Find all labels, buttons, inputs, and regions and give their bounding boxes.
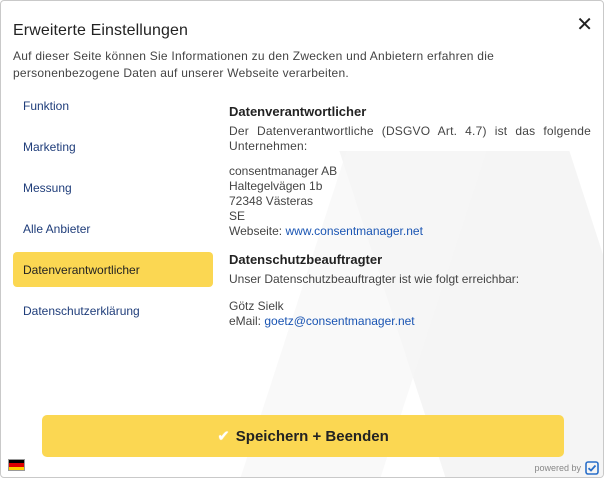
website-label: Webseite: xyxy=(229,224,286,238)
sidebar-nav: Funktion Marketing Messung Alle Anbieter… xyxy=(13,88,213,334)
powered-by-label: powered by xyxy=(534,463,581,473)
address-line: SE xyxy=(229,209,246,223)
sidebar-item-datenverantwortlicher[interactable]: Datenverantwortlicher xyxy=(13,252,213,287)
content-panel: Datenverantwortlicher Der Datenverantwor… xyxy=(229,104,591,329)
dialog-title: Erweiterte Einstellungen xyxy=(13,22,188,39)
email-link[interactable]: goetz@consentmanager.net xyxy=(264,314,414,328)
website-link[interactable]: www.consentmanager.net xyxy=(285,224,422,238)
de-flag-icon[interactable] xyxy=(8,459,25,471)
address-line: Haltegelvägen 1b xyxy=(229,179,323,193)
address-line: 72348 Västeras xyxy=(229,194,314,208)
section-heading-controller: Datenverantwortlicher xyxy=(229,104,367,119)
advanced-settings-dialog: Erweiterte Einstellungen ✕ Auf dieser Se… xyxy=(0,0,604,478)
sidebar-item-messung[interactable]: Messung xyxy=(13,170,213,205)
dpo-name: Götz Sielk xyxy=(229,299,284,313)
check-icon: ✔ xyxy=(217,428,230,445)
sidebar-item-label: Funktion xyxy=(23,98,70,113)
website-line: Webseite: www.consentmanager.net xyxy=(229,224,591,239)
sidebar-item-label: Alle Anbieter xyxy=(23,221,91,236)
address-line: consentmanager AB xyxy=(229,164,338,178)
dialog-intro: Auf dieser Seite können Sie Informatione… xyxy=(13,49,495,80)
sidebar-item-funktion[interactable]: Funktion xyxy=(13,88,213,123)
sidebar-item-label: Datenschutzerklärung xyxy=(23,303,140,318)
close-icon[interactable]: ✕ xyxy=(576,15,593,35)
sidebar-item-label: Marketing xyxy=(23,139,76,154)
sidebar-item-label: Messung xyxy=(23,180,72,195)
sidebar-item-label: Datenverantwortlicher xyxy=(23,262,140,277)
save-and-close-button[interactable]: ✔ Speichern + Beenden xyxy=(42,415,564,457)
sidebar-item-marketing[interactable]: Marketing xyxy=(13,129,213,164)
dpo-description: Unser Datenschutzbeauftragter ist wie fo… xyxy=(229,272,520,286)
sidebar-item-alle-anbieter[interactable]: Alle Anbieter xyxy=(13,211,213,246)
section-heading-dpo: Datenschutzbeauftragter xyxy=(229,252,383,267)
save-button-label: Speichern + Beenden xyxy=(235,427,389,445)
powered-by[interactable]: powered by xyxy=(534,461,599,475)
consentmanager-logo-icon xyxy=(585,461,599,475)
controller-description: Der Datenverantwortliche (DSGVO Art. 4.7… xyxy=(229,124,591,153)
email-label: eMail: xyxy=(229,314,265,328)
sidebar-item-datenschutzerklaerung[interactable]: Datenschutzerklärung xyxy=(13,293,213,328)
controller-address: consentmanager AB Haltegelvägen 1b 72348… xyxy=(229,164,591,224)
email-line: eMail: goetz@consentmanager.net xyxy=(229,314,591,329)
